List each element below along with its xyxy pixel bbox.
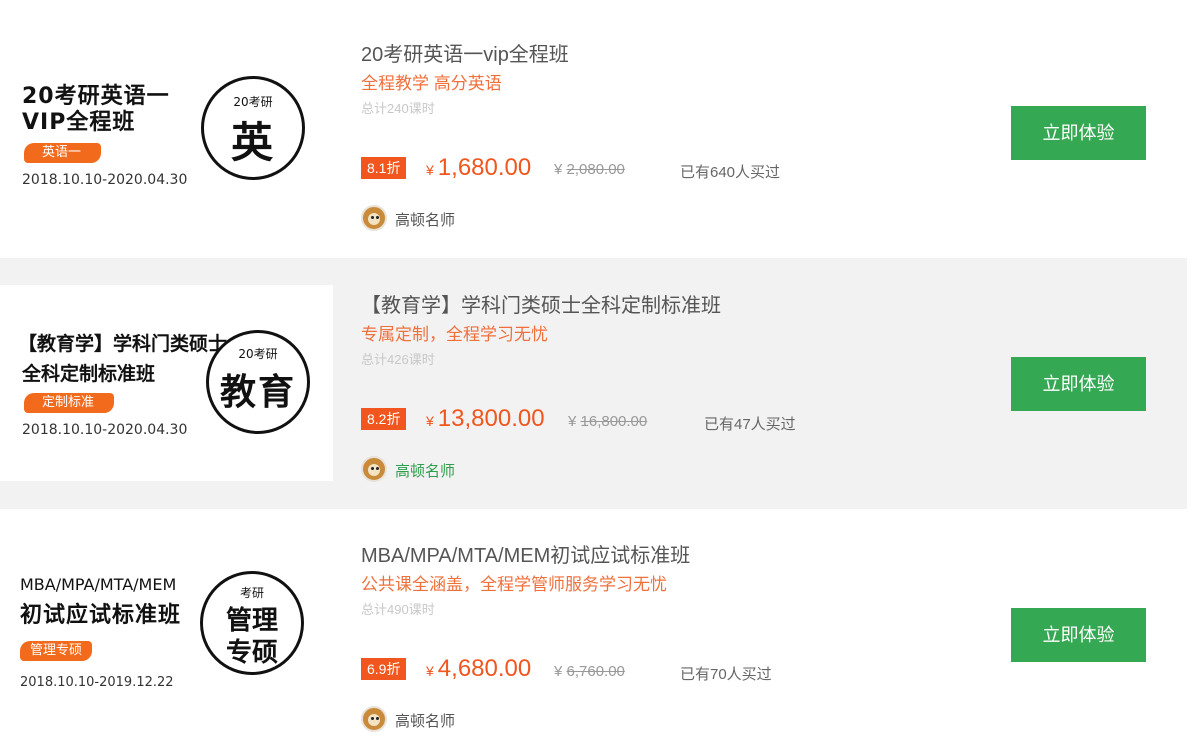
thumb-subject-circle: 考研 管理 专硕 bbox=[200, 571, 304, 675]
orig-currency: ¥ bbox=[568, 413, 577, 430]
teacher-avatar-icon bbox=[361, 205, 387, 231]
thumb-tag: 英语一 bbox=[24, 143, 102, 163]
current-price: ¥4,680.00 bbox=[426, 655, 531, 683]
original-price: ¥ 6,760.00 bbox=[554, 663, 625, 680]
course-thumbnail[interactable]: 20考研英语一 VIP全程班 英语一 2018.10.10-2020.04.30… bbox=[0, 34, 333, 230]
course-hours: 总计490课时 bbox=[361, 602, 435, 617]
current-price: ¥13,800.00 bbox=[426, 405, 545, 433]
course-thumbnail[interactable]: 【教育学】学科门类硕士 全科定制标准班 定制标准 2018.10.10-2020… bbox=[0, 285, 333, 481]
price-currency: ¥ bbox=[426, 663, 434, 679]
teacher-avatar-icon bbox=[361, 706, 387, 732]
price-value: 1,680.00 bbox=[437, 154, 532, 181]
try-now-button[interactable]: 立即体验 bbox=[1011, 608, 1146, 662]
course-hours: 总计240课时 bbox=[361, 101, 435, 116]
thumb-date: 2018.10.10-2019.12.22 bbox=[20, 675, 174, 690]
thumb-title-line1: 初试应试标准班 bbox=[20, 603, 182, 628]
orig-currency: ¥ bbox=[554, 663, 563, 680]
discount-badge: 8.2折 bbox=[361, 408, 407, 430]
course-name[interactable]: MBA/MPA/MTA/MEM初试应试标准班 bbox=[361, 539, 690, 568]
discount-badge: 8.1折 bbox=[361, 157, 407, 179]
orig-value: 16,800.00 bbox=[580, 413, 648, 430]
original-price: ¥ 16,800.00 bbox=[568, 413, 647, 430]
thumb-pretitle: MBA/MPA/MTA/MEM bbox=[20, 575, 177, 594]
sold-count: 已有47人买过 bbox=[704, 416, 796, 433]
thumb-title-line2: VIP全程班 bbox=[22, 110, 136, 135]
price-currency: ¥ bbox=[426, 162, 434, 178]
circle-subject: 教育 bbox=[219, 372, 296, 413]
teacher-name[interactable]: 高顿名师 bbox=[395, 710, 455, 731]
circle-caption: 考研 bbox=[239, 586, 264, 600]
orig-value: 2,080.00 bbox=[566, 161, 625, 178]
thumb-subject-circle: 20考研 英 bbox=[201, 76, 305, 180]
orig-currency: ¥ bbox=[554, 161, 563, 178]
original-price: ¥ 2,080.00 bbox=[554, 161, 625, 178]
circle-caption: 20考研 bbox=[233, 95, 273, 109]
thumb-title-line1: 【教育学】学科门类硕士 bbox=[18, 333, 228, 355]
thumb-title-line2: 全科定制标准班 bbox=[22, 363, 156, 385]
thumb-tag: 管理专硕 bbox=[20, 641, 93, 661]
try-now-button[interactable]: 立即体验 bbox=[1011, 357, 1146, 411]
teacher-name[interactable]: 高顿名师 bbox=[395, 209, 455, 230]
current-price: ¥1,680.00 bbox=[426, 154, 531, 182]
circle-subject-line2: 专硕 bbox=[225, 638, 278, 668]
circle-caption: 20考研 bbox=[238, 347, 278, 361]
thumb-subject-circle: 20考研 教育 bbox=[206, 330, 310, 434]
teacher-avatar-icon bbox=[361, 456, 387, 482]
thumb-date: 2018.10.10-2020.04.30 bbox=[22, 422, 188, 438]
thumb-date: 2018.10.10-2020.04.30 bbox=[22, 172, 188, 188]
course-card: 【教育学】学科门类硕士 全科定制标准班 定制标准 2018.10.10-2020… bbox=[0, 258, 1187, 509]
course-name[interactable]: 【教育学】学科门类硕士全科定制标准班 bbox=[361, 289, 721, 318]
discount-badge: 6.9折 bbox=[361, 658, 407, 680]
orig-value: 6,760.00 bbox=[566, 663, 625, 680]
price-value: 4,680.00 bbox=[437, 655, 532, 682]
course-card: MBA/MPA/MTA/MEM 初试应试标准班 管理专硕 2018.10.10-… bbox=[0, 509, 1187, 741]
sold-count: 已有640人买过 bbox=[680, 164, 781, 181]
course-slogan: 公共课全涵盖，全程学管师服务学习无忧 bbox=[361, 575, 667, 594]
circle-subject: 英 bbox=[230, 118, 275, 167]
course-slogan: 全程教学 高分英语 bbox=[361, 74, 502, 93]
course-thumbnail[interactable]: MBA/MPA/MTA/MEM 初试应试标准班 管理专硕 2018.10.10-… bbox=[0, 533, 333, 729]
price-currency: ¥ bbox=[426, 413, 434, 429]
teacher-name[interactable]: 高顿名师 bbox=[395, 460, 455, 481]
course-hours: 总计426课时 bbox=[361, 352, 435, 367]
price-value: 13,800.00 bbox=[437, 405, 545, 432]
course-card: 20考研英语一 VIP全程班 英语一 2018.10.10-2020.04.30… bbox=[0, 0, 1187, 251]
course-slogan: 专属定制，全程学习无忧 bbox=[361, 325, 548, 344]
sold-count: 已有70人买过 bbox=[680, 666, 772, 683]
course-name[interactable]: 20考研英语一vip全程班 bbox=[361, 38, 569, 67]
thumb-tag: 定制标准 bbox=[24, 393, 115, 413]
try-now-button[interactable]: 立即体验 bbox=[1011, 106, 1146, 160]
